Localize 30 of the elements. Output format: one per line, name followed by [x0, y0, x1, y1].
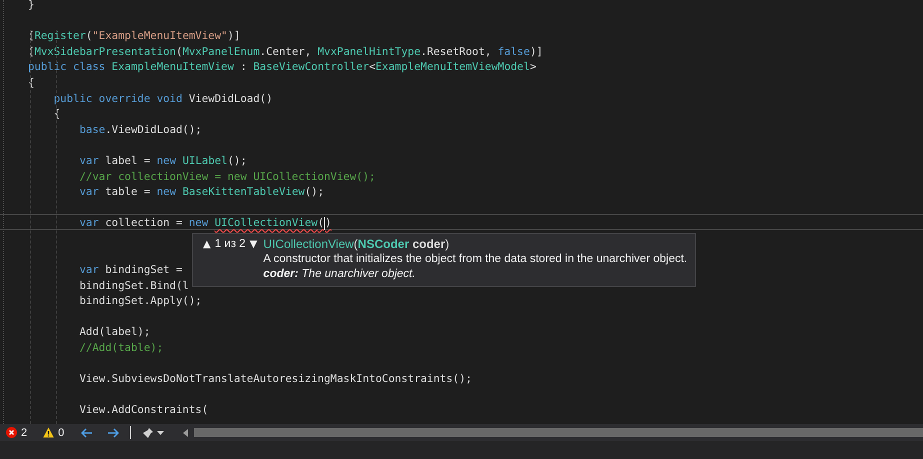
code-line: var label = new UILabel();	[78, 152, 247, 168]
description-text: A constructor that initializes the object from the data stored in the unarchiver object.	[263, 252, 688, 267]
code-line: bindingSet.Bind(l	[78, 278, 189, 292]
code-line: //Add(table);	[78, 340, 164, 355]
right-arrow-icon	[107, 428, 120, 438]
error-icon	[6, 427, 17, 438]
error-count-button[interactable]: 2	[4, 425, 34, 440]
warning-icon	[43, 427, 54, 438]
code-line: //var collectionView = new UICollectionView();	[78, 168, 376, 184]
code-line: public class ExampleMenuItemView : BaseViewController<ExampleMenuItemViewModel>	[27, 59, 536, 74]
next-overload-button[interactable]: ▼	[250, 237, 258, 252]
scroll-left-icon	[183, 428, 188, 436]
caret-icon	[157, 430, 164, 434]
previous-overload-button[interactable]: ▲	[203, 237, 211, 252]
parameter-text: coder: The unarchiver object.	[263, 267, 416, 282]
code-line: public override void ViewDidLoad()	[52, 90, 273, 106]
brush-icon	[142, 426, 154, 438]
code-line: base.ViewDidLoad();	[78, 122, 202, 136]
code-line: bindingSet.Apply();	[78, 293, 202, 308]
code-line: }	[27, 0, 34, 12]
code-line: var collection = new UICollectionView()	[0, 214, 923, 230]
code-line: var table = new BaseKittenTableView();	[78, 184, 324, 199]
code-line: Add(label);	[78, 324, 150, 340]
code-line: View.SubviewsDoNotTranslateAutoresizingMaskIntoConstraints();	[78, 371, 472, 386]
code-line: var bindingSet =	[78, 262, 184, 277]
overload-counter: 1 из 2	[214, 237, 246, 252]
warning-count-button[interactable]: 0	[41, 425, 70, 440]
left-arrow-icon	[81, 428, 94, 438]
signature-text: UICollectionView(NSCoder coder)	[263, 237, 450, 252]
code-line: View.AddConstraints(	[78, 402, 208, 418]
